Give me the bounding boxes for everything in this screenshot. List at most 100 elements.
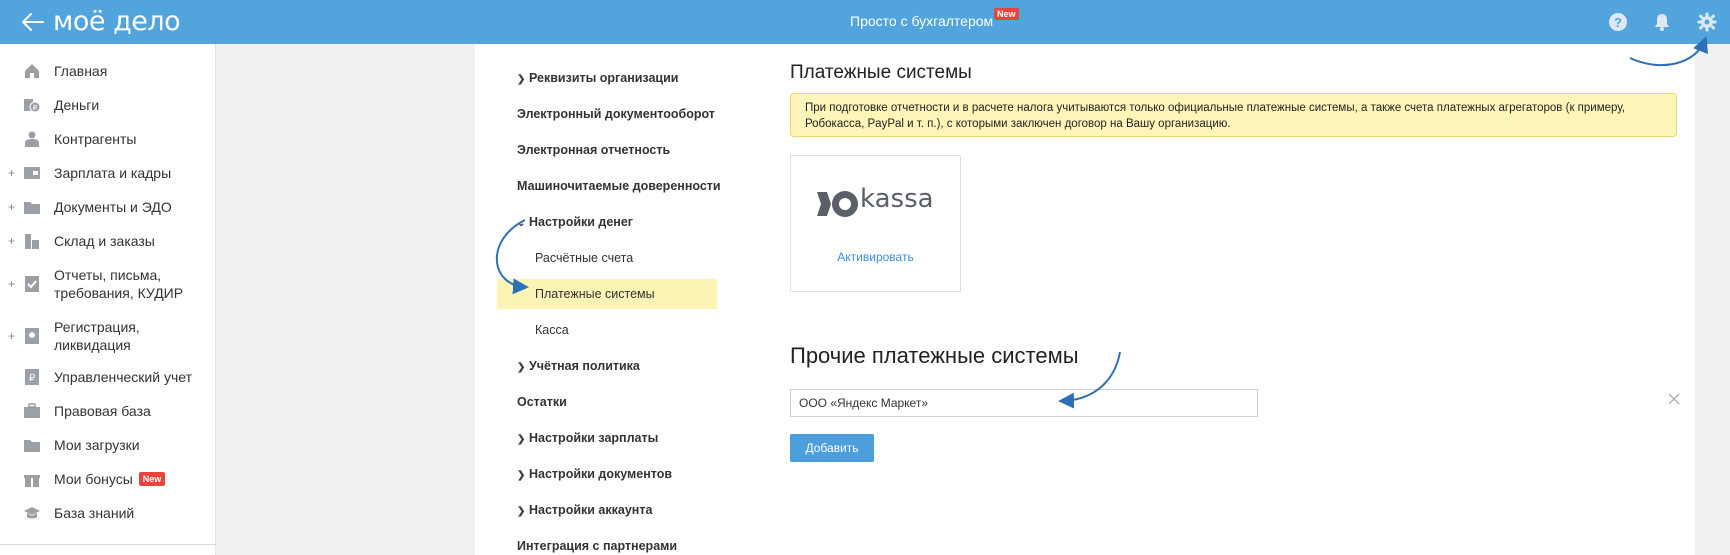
nav-item-label: Платежные системы: [535, 287, 655, 301]
gear-icon[interactable]: [1697, 12, 1717, 32]
nav-item-document-settings[interactable]: ❯ Настройки документов: [517, 467, 672, 481]
nav-item-edo[interactable]: Электронный документооборот: [517, 107, 715, 121]
expand-plus-icon[interactable]: +: [8, 329, 15, 343]
folder-icon: [24, 202, 40, 214]
nav-item-label: Настройки документов: [529, 467, 673, 481]
sidebar-item-label: Документы и ЭДО: [54, 199, 172, 215]
back-arrow-icon[interactable]: [18, 10, 46, 34]
close-icon[interactable]: [1667, 392, 1681, 406]
new-badge: New: [994, 8, 1019, 20]
expand-plus-icon[interactable]: +: [8, 277, 15, 291]
nav-item-salary-settings[interactable]: ❯ Настройки зарплаты: [517, 431, 658, 445]
expand-plus-icon[interactable]: +: [8, 200, 15, 214]
sidebar-item-label: Мои бонусы New: [54, 470, 204, 488]
nav-item-label: Настройки аккаунта: [529, 503, 653, 517]
sidebar-item-legal[interactable]: Правовая база: [0, 400, 216, 422]
nav-item-label: Электронный документооборот: [517, 107, 715, 121]
nav-item-cash[interactable]: Касса: [535, 323, 569, 337]
chevron-right-icon: ❯: [517, 362, 526, 373]
contractors-icon: [25, 131, 39, 147]
nav-item-label: Машиночитаемые доверенности: [517, 179, 721, 193]
salary-icon: [24, 167, 40, 179]
nav-item-label: Интеграция с партнерами: [517, 539, 678, 553]
registration-icon: [25, 328, 39, 344]
nav-item-e-reporting[interactable]: Электронная отчетность: [517, 143, 670, 157]
sidebar-item-label: Деньги: [54, 97, 100, 113]
sidebar-item-label: Склад и заказы: [54, 233, 155, 249]
chevron-right-icon: ❯: [517, 74, 526, 85]
section-title: Прочие платежные системы: [790, 343, 1079, 368]
sidebar-item-label: Главная: [54, 63, 108, 79]
sidebar: Главная ₽ Деньги Контрагенты + Зарплата …: [0, 44, 216, 555]
home-icon: [25, 64, 39, 78]
divider: [0, 544, 216, 545]
nav-item-org-details[interactable]: ❯ Реквизиты организации: [517, 71, 679, 85]
sidebar-item-label: Зарплата и кадры: [54, 165, 172, 181]
expand-plus-icon[interactable]: +: [8, 166, 15, 180]
sidebar-item-registration[interactable]: + Регистрация, ликвидация: [0, 316, 216, 356]
help-icon[interactable]: ?: [1608, 12, 1628, 32]
sidebar-item-label: База знаний: [54, 505, 135, 521]
svg-text:₽: ₽: [33, 104, 38, 112]
sidebar-item-money[interactable]: ₽ Деньги: [0, 94, 216, 116]
svg-text:?: ?: [1614, 15, 1622, 30]
nav-item-money-settings[interactable]: ⌄ Настройки денег: [517, 215, 633, 229]
sidebar-item-label: Регистрация, ликвидация: [54, 319, 140, 353]
nav-item-label: Учётная политика: [529, 359, 640, 373]
sidebar-item-knowledge[interactable]: База знаний: [0, 502, 216, 524]
gift-icon: [24, 473, 40, 487]
top-bar: моё дело Просто с бухгалтером New ?: [0, 0, 1730, 44]
nav-item-mchd[interactable]: Машиночитаемые доверенности: [517, 179, 721, 193]
briefcase-icon: [24, 403, 40, 418]
sidebar-item-management[interactable]: ₽ Управленческий учет: [0, 366, 216, 388]
kassa-card[interactable]: kassa Активировать: [790, 155, 961, 292]
expand-plus-icon[interactable]: +: [8, 234, 15, 248]
chevron-right-icon: ❯: [517, 506, 526, 517]
nav-item-label: Касса: [535, 323, 569, 337]
nav-item-accounting-policy[interactable]: ❯ Учётная политика: [517, 359, 640, 373]
sidebar-item-salary[interactable]: + Зарплата и кадры: [0, 162, 216, 184]
nav-item-label: Остатки: [517, 395, 567, 409]
sidebar-item-home[interactable]: Главная: [0, 60, 216, 82]
nav-item-account-settings[interactable]: ❯ Настройки аккаунта: [517, 503, 652, 517]
activate-link[interactable]: Активировать: [791, 250, 960, 264]
money-icon: ₽: [24, 99, 41, 113]
sidebar-item-downloads[interactable]: Мои загрузки: [0, 434, 216, 456]
sidebar-item-contractors[interactable]: Контрагенты: [0, 128, 216, 150]
sidebar-item-label: Мои загрузки: [54, 437, 140, 453]
sidebar-item-label: Контрагенты: [54, 131, 137, 147]
sidebar-item-warehouse[interactable]: + Склад и заказы: [0, 230, 216, 252]
management-icon: ₽: [25, 369, 39, 385]
reports-icon: [25, 276, 39, 292]
payment-system-input[interactable]: [790, 389, 1258, 417]
app-logo[interactable]: моё дело: [53, 6, 181, 37]
chevron-right-icon: ❯: [517, 434, 526, 445]
nav-item-label: Реквизиты организации: [529, 71, 679, 85]
nav-item-label: Настройки денег: [529, 215, 634, 229]
chevron-right-icon: ❯: [517, 470, 526, 481]
graduation-cap-icon: [24, 507, 40, 519]
nav-item-label: Расчётные счета: [535, 251, 634, 265]
new-badge: New: [138, 472, 166, 486]
sidebar-item-label: Правовая база: [54, 403, 151, 419]
warehouse-icon: [25, 234, 39, 249]
folder-icon: [24, 440, 40, 452]
nav-item-partner-integration[interactable]: Интеграция с партнерами: [517, 539, 677, 553]
nav-item-bank-accounts[interactable]: Расчётные счета: [535, 251, 633, 265]
sidebar-item-label: Отчеты, письма, требования, КУДИР: [54, 267, 184, 301]
add-button[interactable]: Добавить: [790, 434, 874, 462]
kassa-logo-text: kassa: [860, 184, 934, 214]
nav-item-payment-systems[interactable]: Платежные системы: [535, 287, 655, 301]
bell-icon[interactable]: [1652, 12, 1672, 32]
header-title[interactable]: Просто с бухгалтером: [850, 13, 993, 29]
sidebar-item-label: Управленческий учет: [54, 369, 192, 385]
sidebar-item-reports[interactable]: + Отчеты, письма, требования, КУДИР: [0, 264, 216, 304]
nav-item-label: Электронная отчетность: [517, 143, 671, 157]
sidebar-item-documents[interactable]: + Документы и ЭДО: [0, 196, 216, 218]
sidebar-item-bonuses[interactable]: Мои бонусы New: [0, 468, 216, 490]
page-title: Платежные системы: [790, 62, 972, 83]
nav-item-balances[interactable]: Остатки: [517, 395, 567, 409]
info-notice: При подготовке отчетности и в расчете на…: [790, 93, 1677, 137]
nav-item-label: Настройки зарплаты: [529, 431, 659, 445]
chevron-down-icon: ⌄: [517, 218, 526, 229]
